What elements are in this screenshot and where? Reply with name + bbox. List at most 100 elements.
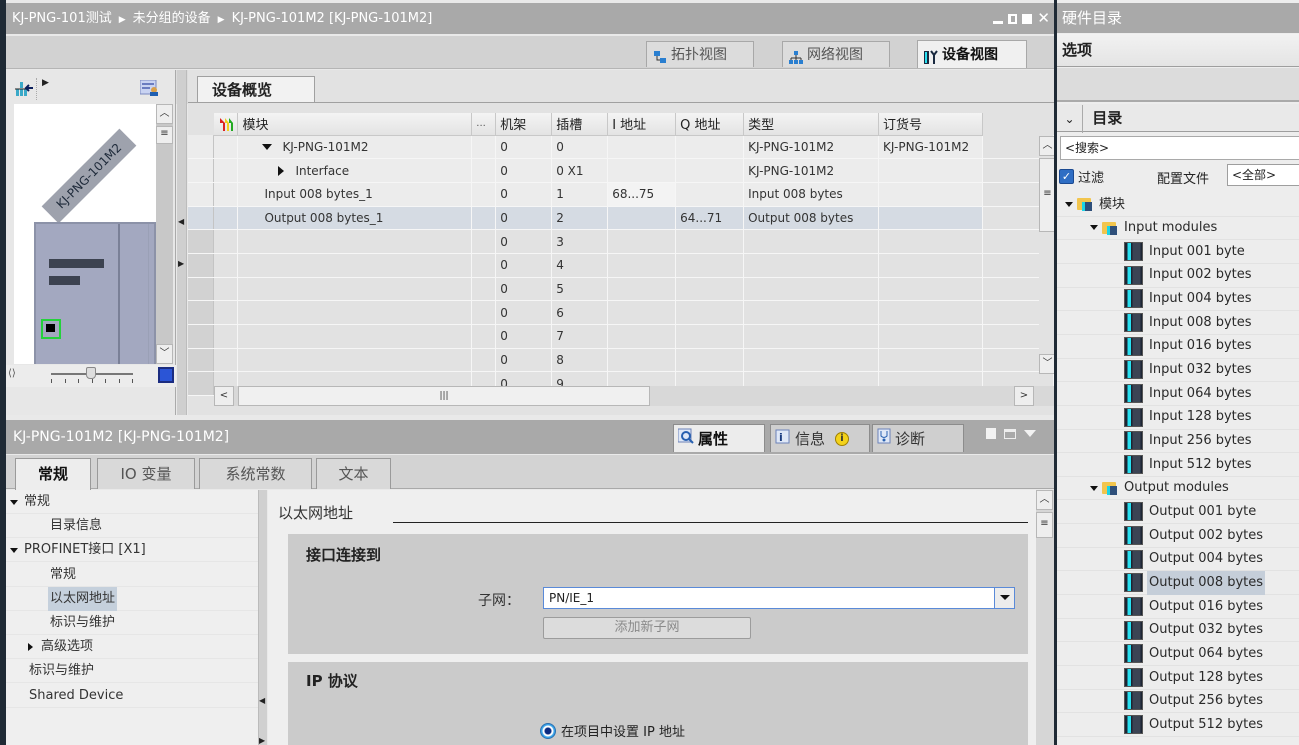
catalog-module-item[interactable]: Input 001 byte [1057,240,1299,264]
catalog-folder[interactable]: Output modules [1057,477,1299,501]
cell-more[interactable] [471,135,497,160]
cell-q-address[interactable] [675,158,745,183]
expand-down-icon[interactable] [1065,201,1073,207]
tab-diagnostics[interactable]: 诊断 [872,424,964,452]
catalog-module-item[interactable]: Output 512 bytes [1057,713,1299,737]
cell-i-address[interactable] [607,348,677,373]
nav-splitter[interactable]: ◀ ▶ [258,490,267,745]
row-header[interactable] [188,300,215,325]
scroll-up-icon[interactable]: ︿ [1036,490,1053,510]
splitter-handle-icon[interactable]: ⟨⟩ [8,368,16,379]
nav-item[interactable]: 标识与维护 [6,611,258,635]
cell-q-address[interactable] [675,300,745,325]
cell-i-address[interactable] [607,253,677,278]
device-name-label[interactable]: KJ-PNG-101M2 [41,128,137,224]
tab-info[interactable]: i 信息 i [770,424,870,452]
cell-order-number[interactable] [878,348,984,373]
radio-selected-icon[interactable] [540,722,556,739]
cell-slot[interactable]: 1 [551,182,609,207]
cell-q-address[interactable] [675,253,745,278]
cell-i-address[interactable] [607,229,677,254]
subtab-system-constants[interactable]: 系统常数 [199,458,312,489]
column-header-rack[interactable]: 机架 [495,113,553,136]
subtab-io-tags[interactable]: IO 变量 [97,458,195,489]
row-header[interactable] [188,206,215,231]
device-module-graphic[interactable] [34,222,156,364]
cell-type[interactable] [743,253,880,278]
add-new-subnet-button[interactable]: 添加新子网 [543,617,751,639]
cell-slot[interactable]: 8 [551,348,609,373]
catalog-module-item[interactable]: Input 004 bytes [1057,288,1299,312]
cell-q-address[interactable] [675,348,745,373]
tab-device-view[interactable]: 设备视图 [917,40,1027,68]
catalog-module-item[interactable]: Input 512 bytes [1057,453,1299,477]
cell-type[interactable]: KJ-PNG-101M2 [743,135,880,160]
scroll-left-icon[interactable]: < [214,386,234,406]
catalog-folder[interactable]: Input modules [1057,217,1299,241]
table-row[interactable]: 05 [188,277,1054,302]
subtab-general[interactable]: 常规 [15,458,91,490]
column-header-type[interactable]: 类型 [743,113,880,136]
chevron-down-icon[interactable]: ⌄ [1057,105,1083,133]
catalog-module-item[interactable]: Output 008 bytes [1057,570,1299,596]
cell-i-address[interactable] [607,300,677,325]
cell-module[interactable]: Output 008 bytes_1 [237,206,473,231]
cell-type[interactable] [743,277,880,302]
cell-status[interactable] [213,348,239,373]
nav-item[interactable]: 目录信息 [6,514,258,539]
scroll-thumb[interactable]: ≡ [156,126,173,144]
breadcrumb-project[interactable]: KJ-PNG-101测试 [12,11,112,26]
breadcrumb-device[interactable]: KJ-PNG-101M2 [KJ-PNG-101M2] [232,11,433,26]
catalog-options-header[interactable]: 选项 [1057,34,1299,67]
cell-order-number[interactable] [878,182,984,207]
cell-status[interactable] [213,158,239,183]
cell-q-address[interactable] [675,135,745,160]
row-header[interactable] [188,324,215,349]
cell-module[interactable] [237,300,473,325]
row-header[interactable] [188,371,215,397]
device-graphic-canvas[interactable]: KJ-PNG-101M2 [14,104,156,364]
catalog-module-item[interactable]: Output 002 bytes [1057,524,1299,548]
cell-rack[interactable]: 0 [495,158,553,183]
cell-i-address[interactable] [607,206,677,231]
cell-order-number[interactable] [878,300,984,325]
cell-more[interactable] [471,348,497,373]
ethernet-port-icon[interactable] [41,319,61,339]
collapse-down-icon[interactable] [1024,430,1036,437]
expand-down-icon[interactable] [10,548,18,554]
cell-rack[interactable]: 0 [495,229,553,254]
catalog-module-item[interactable]: Input 032 bytes [1057,359,1299,383]
catalog-module-item[interactable]: Output 001 byte [1057,500,1299,525]
column-header-module[interactable]: 模块 [237,113,473,136]
cell-status[interactable] [213,135,239,160]
cell-q-address[interactable]: 64...71 [675,206,745,231]
cell-type[interactable]: Output 008 bytes [743,206,880,231]
subnet-select[interactable]: PN/IE_1 [543,587,1015,609]
cell-type[interactable] [743,348,880,373]
cell-type[interactable]: KJ-PNG-101M2 [743,158,880,183]
row-header[interactable] [188,277,215,302]
expand-down-icon[interactable] [1090,225,1098,231]
profile-select[interactable]: <全部> [1227,164,1299,186]
cell-slot[interactable]: 3 [551,229,609,254]
float-window-icon[interactable] [986,428,996,439]
cell-order-number[interactable] [878,277,984,302]
breadcrumb-group[interactable]: 未分组的设备 [133,11,211,26]
cell-slot[interactable]: 0 [551,135,609,160]
tab-device-overview[interactable]: 设备概览 [197,76,315,103]
cell-slot[interactable]: 2 [551,206,609,231]
row-header[interactable] [188,158,215,183]
expand-right-icon[interactable]: ▶ [259,736,265,745]
cell-q-address[interactable] [675,182,745,207]
cell-i-address[interactable]: 68...75 [607,182,677,207]
maximize-icon[interactable] [1022,13,1033,24]
table-row[interactable]: 03 [188,229,1054,254]
catalog-module-item[interactable]: Output 016 bytes [1057,595,1299,619]
cell-type[interactable] [743,300,880,325]
cell-type[interactable] [743,324,880,349]
cell-module[interactable] [237,324,473,349]
catalog-directory-header[interactable]: ⌄ 目录 [1057,104,1299,133]
table-row[interactable]: Input 008 bytes_1 0 1 68...75 Input 008 byte… [188,182,1054,207]
cell-more[interactable] [471,229,497,254]
nav-item[interactable]: 标识与维护 [6,659,258,684]
